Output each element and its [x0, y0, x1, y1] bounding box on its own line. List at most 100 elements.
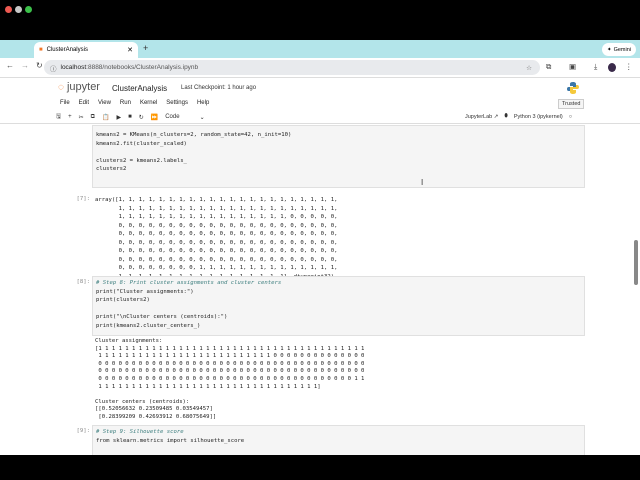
output-line: 1, 1, 1, 1, 1, 1, 1, 1, 1, 1, 1, 1, 1, 1… [95, 205, 338, 212]
jupyter-logo[interactable]: ◌ jupyter [58, 81, 100, 93]
input-prompt: [9]: [76, 428, 90, 434]
stop-icon[interactable]: ■ [128, 114, 132, 120]
notebook-content: kmeans2 = KMeans(n_clusters=2, random_st… [0, 124, 640, 455]
run-all-icon[interactable]: ⏩ [151, 114, 158, 121]
menu-help[interactable]: Help [197, 100, 209, 106]
gemini-button[interactable]: ✦ Gemini [602, 43, 636, 56]
python-logo-icon [567, 82, 579, 94]
cut-icon[interactable]: ✂ [79, 114, 84, 121]
menu-settings[interactable]: Settings [166, 100, 188, 106]
external-link-icon: ↗ [493, 113, 499, 120]
output-line: 1 1 1 1 1 1 1 1 1 1 1 1 1 1 1 1 1 1 1 1 … [95, 353, 365, 360]
bookmark-star-icon[interactable]: ☆ [526, 64, 532, 72]
extensions-icon[interactable]: ⧉ [546, 62, 551, 72]
code-cell-input[interactable]: # Step 9: Silhouette score from sklearn.… [92, 425, 585, 455]
minimize-window-button[interactable] [15, 6, 22, 13]
text-cursor-icon: I [421, 178, 424, 187]
menu-edit[interactable]: Edit [79, 100, 89, 106]
insert-cell-icon[interactable]: + [68, 114, 72, 120]
kernel-status-idle-icon: ○ [568, 113, 573, 120]
close-tab-icon[interactable]: ✕ [127, 46, 133, 54]
browser-tab[interactable]: ■ ClusterAnalysis ✕ [34, 42, 138, 58]
output-line: 0, 0, 0, 0, 0, 0, 0, 0, 0, 0, 0, 0, 0, 0… [95, 256, 338, 263]
code-line: kmeans2.fit(cluster_scaled) [96, 140, 187, 147]
back-icon[interactable]: ← [6, 61, 14, 70]
output-line: 0, 0, 0, 0, 0, 0, 0, 0, 0, 0, 0, 0, 0, 0… [95, 231, 338, 237]
jupyter-logo-text: jupyter [66, 81, 100, 93]
output-line: 0 0 0 0 0 0 0 0 0 0 0 0 0 0 0 0 0 0 0 0 … [95, 375, 365, 382]
copy-icon[interactable]: ⧉ [91, 114, 95, 121]
menu-kebab-icon[interactable]: ⋮ [625, 62, 633, 71]
url-field[interactable]: ⓘ localhost:8888/notebooks/ClusterAnalys… [44, 60, 540, 75]
cell-output: Cluster assignments: [1 1 1 1 1 1 1 1 1 … [95, 338, 364, 422]
code-cell-input[interactable]: kmeans2 = KMeans(n_clusters=2, random_st… [92, 125, 585, 188]
kernel-area: JupyterLab ↗ ⬮ Python 3 (ipykernel) ○ [465, 113, 572, 120]
site-info-icon[interactable]: ⓘ [50, 63, 57, 73]
scrollbar-thumb[interactable] [634, 240, 638, 285]
jupyter-favicon-icon: ■ [39, 47, 43, 53]
output-line: 0, 0, 0, 0, 0, 0, 0, 0, 1, 1, 1, 1, 1, 1… [95, 265, 338, 271]
screen-bottom-bar [0, 455, 640, 480]
new-tab-button[interactable]: + [143, 43, 148, 53]
maximize-window-button[interactable] [25, 6, 32, 13]
checkpoint-status: Last Checkpoint: 1 hour ago [181, 85, 257, 91]
menu-kernel[interactable]: Kernel [140, 100, 157, 106]
trusted-badge[interactable]: Trusted [558, 99, 585, 109]
output-line: [[0.52056632 0.23509485 0.03549457] [95, 406, 213, 413]
restart-icon[interactable]: ↻ [139, 114, 144, 121]
code-comment: # Step 8: Print cluster assignments and … [96, 280, 282, 286]
output-line: [0.28399209 0.42693912 0.68075649]] [95, 413, 217, 420]
run-icon[interactable]: ▶ [116, 114, 121, 121]
notebook-title[interactable]: ClusterAnalysis [112, 84, 167, 93]
output-line: 0 0 0 0 0 0 0 0 0 0 0 0 0 0 0 0 0 0 0 0 … [95, 360, 365, 367]
paste-icon[interactable]: 📋 [102, 114, 109, 121]
url-host: localhost [60, 64, 87, 71]
menu-bar: File Edit View Run Kernel Settings Help [60, 100, 209, 106]
code-line: print(kmeans2.cluster_centers_) [96, 322, 201, 329]
code-line: print("Cluster assignments:") [96, 288, 194, 295]
save-icon[interactable]: 🖫 [56, 112, 61, 122]
gemini-label: Gemini [613, 46, 632, 53]
code-cell-input[interactable]: # Step 8: Print cluster assignments and … [92, 276, 585, 336]
output-line: 0, 0, 0, 0, 0, 0, 0, 0, 0, 0, 0, 0, 0, 0… [95, 222, 338, 229]
forward-icon[interactable]: → [21, 61, 29, 70]
jupyterlab-link[interactable]: JupyterLab ↗ [465, 114, 498, 120]
output-line: 0, 0, 0, 0, 0, 0, 0, 0, 0, 0, 0, 0, 0, 0… [95, 239, 338, 246]
output-line: [1 1 1 1 1 1 1 1 1 1 1 1 1 1 1 1 1 1 1 1… [95, 345, 365, 352]
output-line: 1 1 1 1 1 1 1 1 1 1 1 1 1 1 1 1 1 1 1 1 … [95, 383, 321, 390]
code-line: kmeans2 = KMeans(n_clusters=2, random_st… [96, 132, 292, 138]
kernel-name[interactable]: Python 3 (ipykernel) [514, 114, 563, 120]
output-line: Cluster centers (centroids): [95, 398, 190, 405]
menu-file[interactable]: File [60, 100, 70, 106]
tab-search-icon[interactable]: ▣ [569, 62, 576, 71]
jupyter-logo-icon: ◌ [58, 81, 64, 93]
input-prompt: [8]: [76, 279, 90, 285]
jupyterlab-label: JupyterLab [465, 113, 493, 120]
code-line: from sklearn.metrics import silhouette_s… [96, 437, 245, 444]
output-prompt: [7]: [76, 196, 90, 202]
gemini-icon: ✦ [606, 46, 612, 53]
code-line: clusters2 = kmeans2.labels_ [96, 157, 187, 164]
code-line: clusters2 [96, 166, 127, 172]
close-window-button[interactable] [5, 6, 12, 13]
code-comment: # Step 9: Silhouette score [96, 429, 184, 435]
output-line: array([1, 1, 1, 1, 1, 1, 1, 1, 1, 1, 1, … [95, 197, 338, 203]
debugger-icon[interactable]: ⬮ [504, 113, 507, 120]
profile-avatar[interactable] [608, 63, 616, 72]
menu-view[interactable]: View [98, 100, 111, 106]
code-line: print(clusters2) [96, 297, 150, 303]
output-line: Cluster assignments: [95, 338, 163, 344]
download-icon[interactable]: ⤓ [594, 62, 597, 72]
cell-type-value: Code [165, 113, 180, 120]
code-line: print("\nCluster centers (centroids):") [96, 314, 228, 320]
output-line: 0 0 0 0 0 0 0 0 0 0 0 0 0 0 0 0 0 0 0 0 … [95, 368, 365, 375]
menu-run[interactable]: Run [120, 100, 131, 106]
output-line: 1, 1, 1, 1, 1, 1, 1, 1, 1, 1, 1, 1, 1, 1… [95, 214, 338, 220]
tab-title: ClusterAnalysis [46, 47, 88, 53]
notebook-toolbar: 🖫 + ✂ ⧉ 📋 ▶ ■ ↻ ⏩ Code ⌄ [56, 112, 205, 122]
cell-type-select[interactable]: Code ⌄ [165, 114, 204, 121]
output-line: 0, 0, 0, 0, 0, 0, 0, 0, 0, 0, 0, 0, 0, 0… [95, 248, 338, 254]
reload-icon[interactable]: ↻ [36, 61, 43, 70]
